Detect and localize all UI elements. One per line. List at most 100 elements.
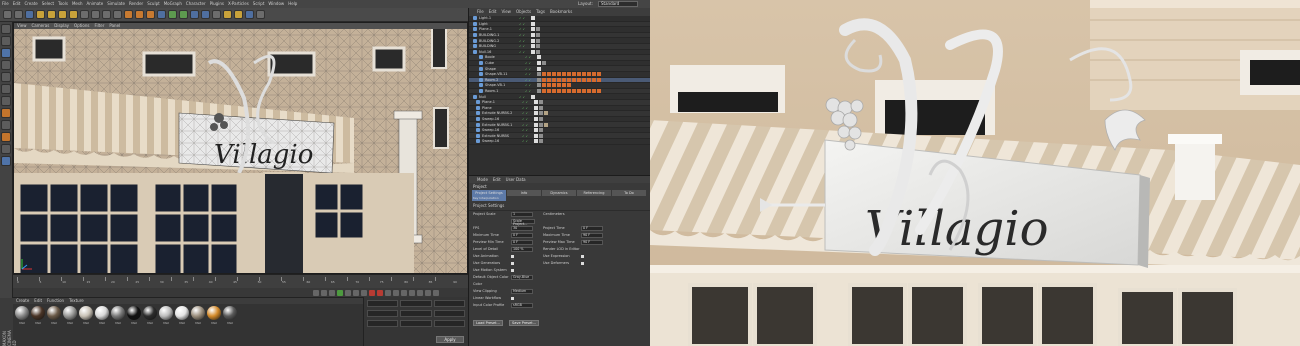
tag-icon[interactable] (557, 72, 561, 77)
visibility-flags-icon[interactable]: ✓ ✓ (519, 27, 531, 31)
tag-icon[interactable] (567, 89, 571, 94)
attribute-value-field[interactable]: Medium (511, 289, 533, 294)
tag-icon[interactable] (539, 122, 543, 127)
tag-icon[interactable] (562, 89, 566, 94)
tag-icon[interactable] (582, 89, 586, 94)
tag-icon[interactable] (531, 21, 535, 26)
pla-key-icon[interactable] (425, 289, 431, 296)
tag-icon[interactable] (539, 100, 543, 105)
tab-dynamics[interactable]: Dynamics (542, 190, 576, 196)
workplane-icon[interactable] (1, 60, 11, 70)
tab-info[interactable]: Info (507, 190, 541, 196)
script-icon[interactable] (256, 10, 265, 19)
menu-help[interactable]: Help (286, 0, 299, 8)
attribute-menu-user-data[interactable]: User Data (506, 176, 526, 183)
render-settings-icon[interactable] (146, 10, 155, 19)
tag-icon[interactable] (592, 89, 596, 94)
make-editable-icon[interactable] (1, 24, 11, 34)
tag-icon[interactable] (572, 72, 576, 77)
object-name[interactable]: Shape.VB.11 (485, 72, 525, 76)
tag-icon[interactable] (531, 94, 535, 99)
object-name[interactable]: Room.1 (485, 89, 525, 93)
tag-icon[interactable] (544, 111, 548, 116)
scale-icon[interactable] (47, 10, 56, 19)
tag-icon[interactable] (572, 77, 576, 82)
move-icon[interactable] (36, 10, 45, 19)
tag-icon[interactable] (531, 44, 535, 49)
tag-icon[interactable] (534, 111, 538, 116)
edges-mode-icon[interactable] (1, 84, 11, 94)
tag-icon[interactable] (536, 33, 540, 38)
visibility-flags-icon[interactable]: ✓ ✓ (519, 22, 531, 26)
tag-icon[interactable] (552, 83, 556, 88)
size-z-field[interactable] (400, 320, 432, 327)
visibility-flags-icon[interactable]: ✓ ✓ (519, 16, 531, 20)
live-select-icon[interactable] (25, 10, 34, 19)
render-view-icon[interactable] (124, 10, 133, 19)
tag-icon[interactable] (592, 77, 596, 82)
tag-icon[interactable] (534, 105, 538, 110)
tag-icon[interactable] (537, 72, 541, 77)
tag-icon[interactable] (562, 83, 566, 88)
tag-icon[interactable] (582, 77, 586, 82)
tag-icon[interactable] (539, 133, 543, 138)
attribute-value-field[interactable]: Scale Project... (511, 219, 535, 226)
model-mode-icon[interactable] (1, 36, 11, 46)
tag-icon[interactable] (537, 77, 541, 82)
menu-simulate[interactable]: Simulate (105, 0, 127, 8)
tag-icon[interactable] (577, 77, 581, 82)
object-name[interactable]: Sweep.16 (482, 139, 522, 143)
tag-icon[interactable] (534, 122, 538, 127)
tag-icon[interactable] (539, 139, 543, 144)
tag-icon[interactable] (577, 89, 581, 94)
object-menu-view[interactable]: View (501, 8, 511, 16)
spline-pen-icon[interactable] (168, 10, 177, 19)
object-name[interactable]: Plane.1 (479, 27, 519, 31)
material-swatch[interactable]: Mat (175, 306, 189, 325)
object-name[interactable]: Plane (482, 106, 522, 110)
tag-icon[interactable] (539, 111, 543, 116)
object-name[interactable]: Shape (485, 67, 525, 71)
object-menu-bookmarks[interactable]: Bookmarks (550, 8, 572, 16)
attribute-value-field[interactable]: Gray-Blue (511, 275, 533, 280)
tag-icon[interactable] (536, 44, 540, 49)
menu-select[interactable]: Select (40, 0, 56, 8)
visibility-flags-icon[interactable]: ✓ ✓ (522, 106, 534, 110)
material-swatch[interactable]: Mat (95, 306, 109, 325)
material-swatch[interactable]: Mat (15, 306, 29, 325)
visibility-flags-icon[interactable]: ✓ ✓ (522, 128, 534, 132)
attribute-value-field[interactable]: 0 F (581, 226, 603, 231)
xparticles-icon[interactable] (245, 10, 254, 19)
tag-icon[interactable] (547, 83, 551, 88)
visibility-flags-icon[interactable]: ✓ ✓ (525, 55, 537, 59)
object-menu-objects[interactable]: Objects (516, 8, 531, 16)
array-icon[interactable] (190, 10, 199, 19)
object-menu-tags[interactable]: Tags (536, 8, 545, 16)
goto-end-icon[interactable] (361, 289, 367, 296)
menu-render[interactable]: Render (127, 0, 145, 8)
tag-icon[interactable] (542, 89, 546, 94)
tag-icon[interactable] (587, 72, 591, 77)
layout-select[interactable]: Standard (598, 1, 638, 7)
attribute-value-field[interactable]: 90 F (581, 233, 603, 238)
visibility-flags-icon[interactable]: ✓ ✓ (522, 123, 534, 127)
light-icon[interactable] (234, 10, 243, 19)
x-axis-icon[interactable] (80, 10, 89, 19)
autokey-icon[interactable] (377, 289, 383, 296)
menu-character[interactable]: Character (184, 0, 208, 8)
prev-frame-icon[interactable] (329, 289, 335, 296)
tag-icon[interactable] (552, 77, 556, 82)
tag-icon[interactable] (537, 66, 541, 71)
attribute-checkbox[interactable] (511, 262, 514, 265)
tag-icon[interactable] (537, 89, 541, 94)
tag-icon[interactable] (587, 77, 591, 82)
visibility-flags-icon[interactable]: ✓ ✓ (519, 33, 531, 37)
planar-workplane-icon[interactable] (1, 156, 11, 166)
coord-z-field[interactable] (367, 320, 399, 327)
attribute-value-field[interactable]: 1 (511, 212, 533, 217)
visibility-flags-icon[interactable]: ✓ ✓ (519, 44, 531, 48)
tag-icon[interactable] (539, 116, 543, 121)
visibility-flags-icon[interactable]: ✓ ✓ (522, 134, 534, 138)
attribute-value-field[interactable]: sRGB (511, 303, 533, 308)
tag-icon[interactable] (557, 77, 561, 82)
